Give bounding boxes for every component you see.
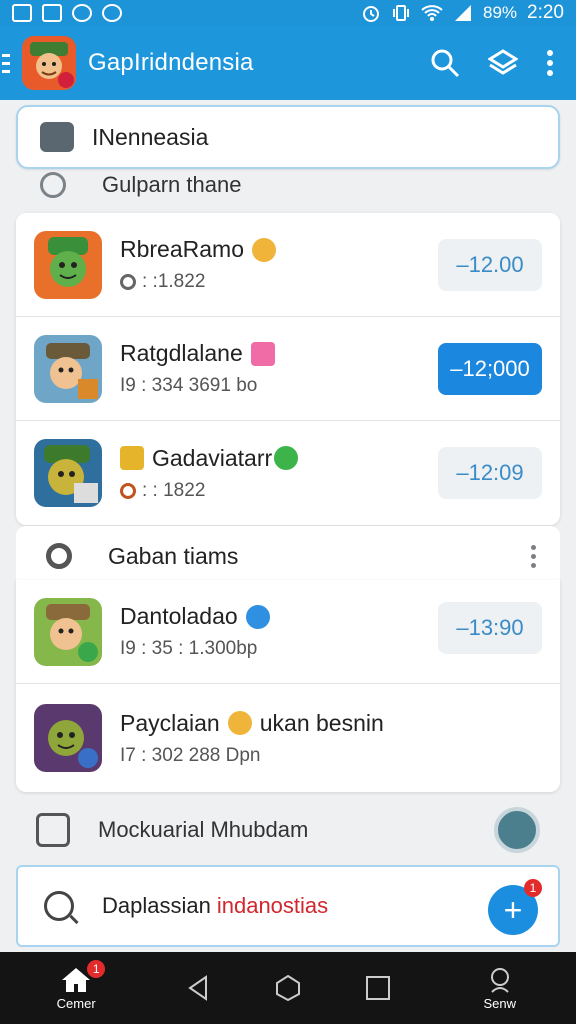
home-hexagon-icon[interactable] (274, 974, 302, 1002)
bottom-search-highlight: indanostias (216, 893, 329, 918)
app-meta: I9 : 334 3691 bo (120, 375, 258, 396)
notification-icon (102, 4, 122, 22)
battery-level: 89% (482, 3, 518, 22)
check-icon (274, 446, 299, 470)
bag-icon (120, 446, 144, 470)
status-bar: 89% 2:20 (0, 0, 576, 26)
price-button[interactable]: –12;000 (438, 343, 542, 395)
app-bar: GapIridndensia (0, 26, 576, 100)
plus-icon: + (503, 891, 523, 928)
wifi-icon (421, 5, 443, 21)
plane-icon (245, 604, 270, 629)
meta-icon (120, 482, 136, 499)
notification-badge: 1 (524, 879, 542, 897)
section-filter[interactable]: Gulparn thane (40, 172, 241, 198)
app-name: Dantoladao (120, 603, 238, 629)
app-icon (34, 334, 102, 403)
vibrate-icon (392, 5, 409, 21)
signal-icon (454, 5, 471, 21)
layers-icon[interactable] (488, 48, 518, 78)
app-list-card: Dantoladao I9 : 35 : 1.300bp –13:90 Payc… (16, 580, 560, 792)
bottom-search-bar[interactable]: Daplassian indanostias + 1 (16, 865, 560, 947)
app-icon (34, 597, 102, 666)
nav-home[interactable]: 1 Cemer (31, 959, 121, 1011)
group-header[interactable]: Gaban tiams (16, 526, 560, 586)
notification-badge: 1 (87, 959, 106, 978)
app-name: Ratgdlalane (120, 340, 243, 366)
recents-icon[interactable] (364, 974, 392, 1002)
notification-icon (72, 4, 92, 22)
navigation-bar: 1 Cemer Senw (0, 952, 576, 1024)
notification-icon (42, 4, 62, 22)
section-label: Gulparn thane (102, 172, 242, 197)
nav-home-label: Cemer (56, 995, 96, 1011)
search-field[interactable]: INenneasia (16, 105, 560, 169)
app-icon (34, 439, 102, 507)
nav-profile[interactable]: Senw (455, 966, 545, 1011)
chat-heart-icon (40, 122, 74, 152)
bot-button[interactable] (494, 807, 540, 853)
clock: 2:20 (527, 2, 564, 23)
app-name: RbreaRamo (120, 236, 244, 262)
app-icon (34, 230, 102, 299)
app-list-card: RbreaRamo : :1.822 –12.00 Ratgdlalane I9… (16, 213, 560, 525)
app-logo (22, 36, 76, 90)
search-value: INenneasia (92, 123, 209, 150)
price-button[interactable]: –13:90 (438, 602, 542, 654)
list-item[interactable]: Ratgdlalane I9 : 334 3691 bo –12;000 (16, 317, 560, 421)
app-icon (34, 704, 102, 772)
app-meta: I7 : 302 288 Dpn (120, 744, 261, 766)
star-icon (250, 341, 275, 366)
group-title: Gaban tiams (108, 542, 239, 569)
search-person-icon (490, 967, 509, 993)
add-button[interactable]: + 1 (488, 879, 542, 935)
radio-icon[interactable] (46, 543, 72, 569)
app-name: Payclaian (120, 709, 220, 736)
app-meta: I9 : 35 : 1.300bp (120, 638, 258, 659)
meta-icon (120, 274, 136, 290)
footer-label: Mockuarial Mhubdam (98, 817, 309, 842)
list-item[interactable]: Gadaviatarr : : 1822 –12:09 (16, 421, 560, 525)
radio-icon[interactable] (40, 172, 66, 198)
footer-row[interactable]: Mockuarial Mhubdam (36, 800, 540, 860)
price-button[interactable]: –12:09 (438, 447, 542, 499)
app-meta: : :1.822 (142, 271, 206, 292)
nav-profile-label: Senw (483, 995, 517, 1011)
app-name: Gadaviatarr (152, 444, 273, 471)
bag-icon (36, 813, 70, 847)
more-vert-icon[interactable] (531, 544, 536, 568)
list-item[interactable]: Dantoladao I9 : 35 : 1.300bp –13:90 (16, 580, 560, 684)
bottom-search-text: Daplassian (102, 893, 211, 918)
notification-icon (12, 4, 32, 22)
list-item[interactable]: RbreaRamo : :1.822 –12.00 (16, 213, 560, 317)
menu-icon[interactable] (0, 53, 14, 73)
list-item[interactable]: Payclaian ukan besnin I7 : 302 288 Dpn (16, 684, 560, 792)
app-title: GapIridndensia (88, 49, 254, 76)
back-icon[interactable] (184, 974, 212, 1002)
app-meta: : : 1822 (142, 479, 206, 501)
alarm-icon (362, 6, 379, 22)
search-icon (44, 891, 74, 921)
app-name-suffix: ukan besnin (259, 709, 384, 736)
emoji-icon (227, 711, 252, 735)
search-icon[interactable] (430, 48, 460, 78)
emoji-icon (252, 237, 276, 262)
price-button[interactable]: –12.00 (438, 239, 542, 291)
more-vert-icon[interactable] (546, 49, 554, 77)
